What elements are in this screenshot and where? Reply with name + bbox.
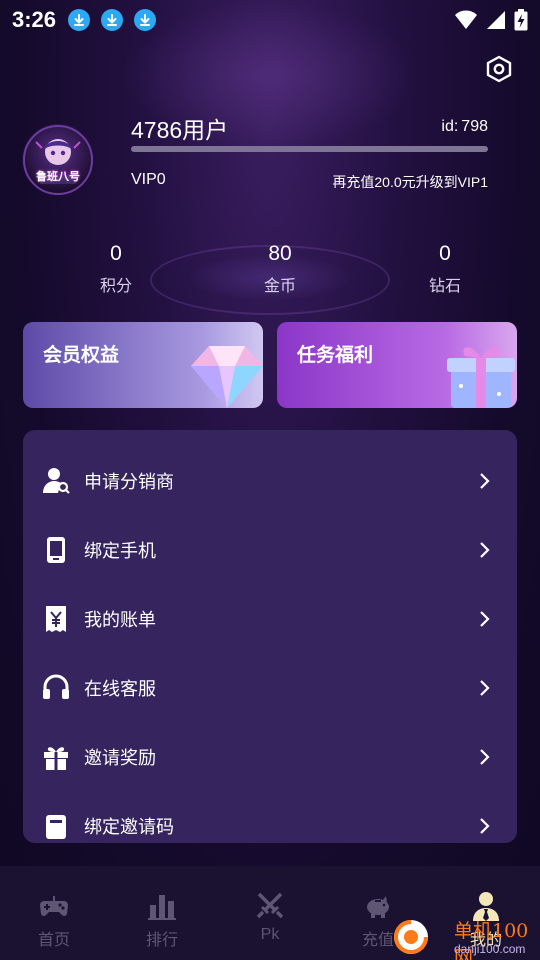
vip-progress-bar [131, 146, 488, 152]
vip-upgrade-hint: 再充值20.0元升级到VIP1 [332, 174, 488, 190]
crossed-swords-icon [256, 892, 284, 919]
gamepad-icon [40, 896, 68, 916]
gift-icon [41, 742, 71, 772]
gift-box-icon [447, 347, 515, 408]
headset-icon [41, 673, 71, 703]
invite-code-icon [41, 811, 71, 841]
menu-item-bind-phone[interactable]: 绑定手机 [23, 515, 517, 584]
menu-item-my-bills[interactable]: 我的账单 [23, 584, 517, 653]
chevron-right-icon [480, 679, 490, 696]
menu-label: 邀请奖励 [84, 747, 156, 768]
menu-item-apply-distributor[interactable]: 申请分销商 [23, 446, 517, 515]
chevron-right-icon [480, 610, 490, 627]
menu-panel: 申请分销商 绑定手机 我的账单 在线客服 邀请奖励 绑定邀请码 [23, 430, 517, 843]
stat-value: 0 [439, 242, 451, 265]
tab-label: 首页 [37, 932, 70, 949]
menu-label: 绑定手机 [84, 540, 156, 561]
task-rewards-card[interactable]: 任务福利 [277, 322, 517, 408]
stat-points[interactable]: 0 积分 [56, 242, 176, 296]
menu-label: 申请分销商 [84, 471, 174, 492]
watermark-url: danji100.com [454, 942, 526, 956]
user-id-value: 798 [461, 118, 488, 135]
vip-level: VIP0 [131, 171, 166, 188]
user-id: id: 798 [441, 118, 488, 136]
bill-yen-icon [41, 604, 71, 634]
status-time: 3:26 [12, 7, 57, 32]
chevron-right-icon [480, 472, 490, 489]
tab-home[interactable]: 首页 [0, 866, 108, 960]
tab-ranking[interactable]: 排行 [108, 866, 216, 960]
menu-label: 在线客服 [84, 678, 156, 699]
avatar[interactable]: 鲁班八号 [22, 124, 94, 196]
menu-label: 我的账单 [84, 609, 156, 630]
menu-item-online-support[interactable]: 在线客服 [23, 653, 517, 722]
menu-label: 绑定邀请码 [84, 816, 174, 837]
watermark-logo-icon [394, 920, 428, 954]
download-icon [101, 9, 124, 31]
download-icon [134, 9, 157, 31]
stat-label: 积分 [99, 278, 132, 295]
wifi-icon [455, 10, 477, 29]
tab-pk[interactable]: Pk [216, 866, 324, 960]
phone-icon [41, 535, 71, 565]
chevron-right-icon [480, 541, 490, 558]
stat-diamonds[interactable]: 0 钻石 [385, 242, 505, 296]
tab-label: Pk [260, 926, 280, 943]
piggy-bank-icon [367, 896, 389, 918]
settings-hexagon-icon[interactable] [484, 54, 514, 84]
stat-value: 0 [110, 242, 122, 265]
member-benefits-card[interactable]: 会员权益 [23, 322, 263, 408]
signal-icon [487, 11, 505, 29]
menu-item-invite-rewards[interactable]: 邀请奖励 [23, 722, 517, 791]
avatar-text: 鲁班八号 [36, 171, 80, 183]
stat-value: 80 [268, 242, 292, 265]
stat-label: 钻石 [428, 278, 461, 295]
menu-item-bind-invite-code[interactable]: 绑定邀请码 [23, 791, 517, 843]
watermark: 单机100网 danji100.com [392, 914, 540, 960]
tab-label: 排行 [145, 932, 178, 949]
user-key-icon [41, 466, 71, 496]
card-title: 会员权益 [43, 345, 120, 366]
user-id-label: id: [441, 118, 459, 135]
diamond-icon [191, 346, 263, 408]
card-title: 任务福利 [297, 345, 374, 366]
bar-chart-icon [148, 895, 176, 920]
username: 4786用户 [131, 117, 229, 143]
download-icon [68, 9, 91, 31]
status-bar: 3:26 [0, 0, 540, 40]
chevron-right-icon [480, 748, 490, 765]
chevron-right-icon [480, 817, 490, 834]
stat-coins[interactable]: 80 金币 [220, 242, 340, 296]
battery-charging-icon [514, 9, 528, 31]
stat-label: 金币 [263, 278, 296, 295]
